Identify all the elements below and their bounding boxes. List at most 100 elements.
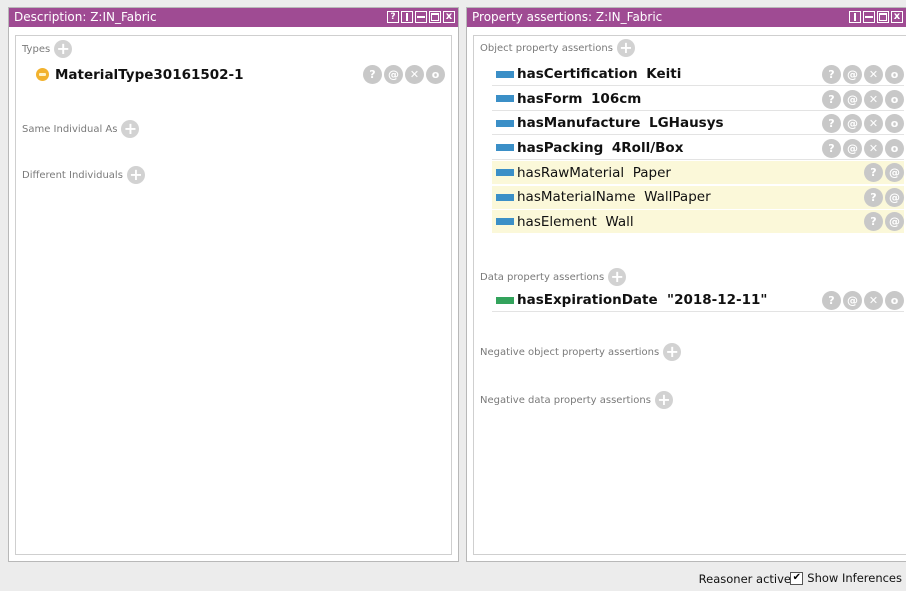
negative-data-assertions-header: Negative data property assertions + [480,391,673,409]
data-property-value: "2018-12-11" [667,292,768,308]
explain-icon[interactable]: ? [864,212,883,231]
split-horizontal-icon[interactable] [863,11,875,23]
description-title: Description: Z:IN_Fabric [14,10,157,24]
explain-icon[interactable]: ? [822,114,841,133]
object-property-value: 106cm [591,90,642,107]
object-property-value: LGHausys [648,115,724,131]
data-assertions-header: Data property assertions + [480,268,627,286]
close-icon[interactable]: x [443,11,455,23]
property-title: Property assertions: Z:IN_Fabric [472,10,663,24]
delete-icon[interactable]: ✕ [405,65,424,84]
delete-icon[interactable]: ✕ [864,138,883,158]
explain-icon[interactable]: ? [864,163,883,182]
annotate-icon[interactable]: @ [885,187,904,207]
edit-icon[interactable]: o [885,114,904,133]
object-assertion-row[interactable]: hasCertification Keiti? @ ✕ o [492,63,904,86]
types-label: Types [22,43,51,55]
explain-icon[interactable]: ? [822,65,841,84]
edit-icon[interactable]: o [885,138,904,158]
explain-icon[interactable]: ? [822,138,841,158]
maximize-icon[interactable] [429,11,441,23]
object-assertion-actions: ? @ ✕ o [822,114,904,133]
close-icon[interactable]: x [891,11,903,23]
object-assertion-actions: ? @ ✕ o [822,89,904,109]
add-type-icon[interactable]: + [54,40,73,58]
explain-icon[interactable]: ? [822,89,841,109]
object-assertions-label: Object property assertions [480,42,613,54]
object-property-value: Paper [632,164,671,181]
help-icon[interactable]: ? [387,11,399,23]
object-assertion-row[interactable]: hasMaterialName WallPaper? @ [492,185,904,209]
annotate-icon[interactable]: @ [384,65,403,84]
object-property-icon [496,119,514,127]
object-property-name: hasRawMaterial [517,164,625,181]
data-property-name: hasExpirationDate [517,292,658,308]
description-panel: Description: Z:IN_Fabric ? x Types + Mat… [8,7,459,562]
object-assertion-row[interactable]: hasPacking 4Roll/Box? @ ✕ o [492,137,904,160]
edit-icon[interactable]: o [885,291,904,310]
same-individual-header: Same Individual As + [22,120,140,138]
description-titlebar: Description: Z:IN_Fabric ? x [9,8,458,27]
edit-icon[interactable]: o [426,65,445,84]
annotate-icon[interactable]: @ [843,291,862,310]
add-object-assertion-icon[interactable]: + [616,39,635,57]
property-assertions-panel: Property assertions: Z:IN_Fabric x Objec… [466,7,906,562]
object-assertion-row[interactable]: hasRawMaterial Paper? @ [492,161,904,184]
type-item[interactable]: MaterialType30161502-1 ? @ ✕ o [30,63,445,86]
add-negative-object-assertion-icon[interactable]: + [663,343,682,361]
description-body: Types + MaterialType30161502-1 ? @ ✕ o S… [15,35,452,555]
types-header: Types + [22,40,73,58]
explain-icon[interactable]: ? [864,187,883,207]
object-property-icon [496,218,514,225]
object-property-name: hasManufacture [517,115,641,131]
delete-icon[interactable]: ✕ [864,114,883,133]
object-property-name: hasPacking [517,139,604,156]
object-property-value: WallPaper [644,189,711,205]
annotate-icon[interactable]: @ [843,138,862,158]
annotate-icon[interactable]: @ [843,89,862,109]
object-assertion-row[interactable]: hasManufacture LGHausys? @ ✕ o [492,112,904,135]
object-property-icon [496,144,514,151]
annotate-icon[interactable]: @ [885,163,904,182]
negative-object-assertions-header: Negative object property assertions + [480,343,682,361]
object-assertion-actions: ? @ ✕ o [822,138,904,158]
add-same-individual-icon[interactable]: + [121,120,140,138]
show-inferences-label: Show Inferences [807,571,902,585]
annotate-icon[interactable]: @ [885,212,904,231]
split-vertical-icon[interactable] [401,11,413,23]
add-data-assertion-icon[interactable]: + [608,268,627,286]
delete-icon[interactable]: ✕ [864,65,883,84]
edit-icon[interactable]: o [885,65,904,84]
edit-icon[interactable]: o [885,89,904,109]
object-property-name: hasElement [517,213,597,230]
object-property-icon [496,70,514,78]
negative-object-assertions-label: Negative object property assertions [480,346,660,358]
status-bar: Reasoner active ✔ Show Inferences [0,566,906,591]
type-actions: ? @ ✕ o [363,65,445,84]
object-assertion-actions: ? @ [864,187,904,207]
object-assertion-actions: ? @ ✕ o [822,65,904,84]
object-property-name: hasCertification [517,66,638,82]
object-assertion-row[interactable]: hasForm 106cm? @ ✕ o [492,88,904,111]
split-horizontal-icon[interactable] [415,11,427,23]
object-property-icon [496,95,514,102]
add-negative-data-assertion-icon[interactable]: + [654,391,673,409]
show-inferences-checkbox[interactable]: ✔ [790,571,804,585]
object-assertions-header: Object property assertions + [480,39,635,57]
split-vertical-icon[interactable] [849,11,861,23]
explain-icon[interactable]: ? [363,65,382,84]
object-property-value: 4Roll/Box [611,139,684,156]
delete-icon[interactable]: ✕ [864,291,883,310]
data-assertion-row[interactable]: hasExpirationDate "2018-12-11" ? @ ✕ o [492,289,904,312]
add-different-individual-icon[interactable]: + [126,166,145,184]
show-inferences-toggle[interactable]: ✔ Show Inferences [790,571,902,585]
explain-icon[interactable]: ? [822,291,841,310]
annotate-icon[interactable]: @ [843,114,862,133]
object-assertion-actions: ? @ [864,163,904,182]
object-property-value: Keiti [646,66,682,82]
annotate-icon[interactable]: @ [843,65,862,84]
object-assertion-row[interactable]: hasElement Wall? @ [492,210,904,233]
maximize-icon[interactable] [877,11,889,23]
delete-icon[interactable]: ✕ [864,89,883,109]
property-window-controls: x [849,11,903,24]
